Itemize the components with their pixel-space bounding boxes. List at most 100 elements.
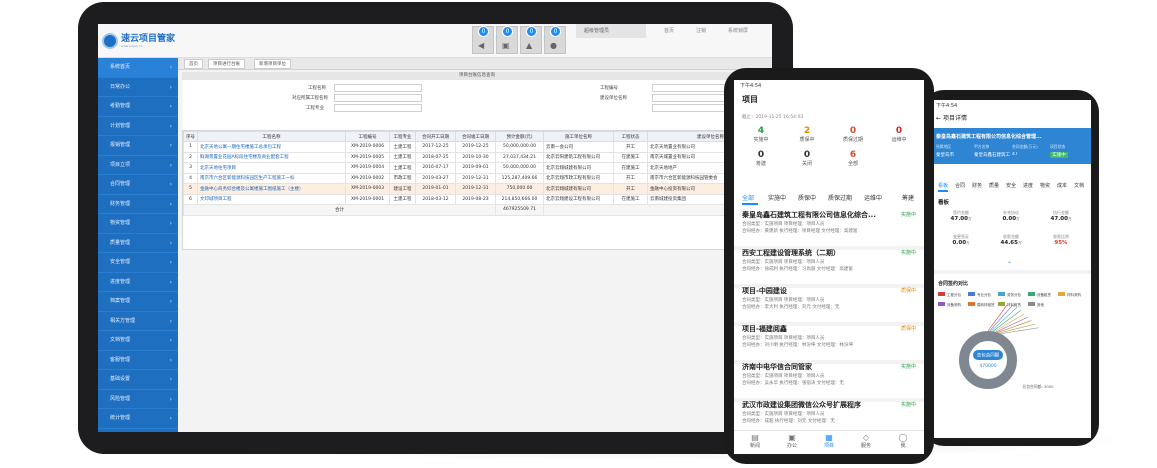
tab-4[interactable]: 运维中: [864, 193, 882, 202]
sidebar-item[interactable]: 质量管理 ›: [98, 234, 178, 253]
notification-speaker[interactable]: 0 ◀: [472, 26, 494, 54]
tab-project-ledger[interactable]: 项目进行台账: [208, 59, 245, 69]
project-card[interactable]: 秦皇岛鑫石建筑工程有限公司信息化综合... 实施中 合同类型：实施项目 项目经理：项…: [734, 208, 924, 250]
table-cell[interactable]: 南京市六合区新能源科技园区生产工程施工一标: [197, 172, 346, 184]
tab-0[interactable]: 全部: [742, 193, 754, 202]
table-cell[interactable]: 金融中心商务综合楼及公寓楼施工图纸施工（主楼）: [197, 183, 346, 195]
project-card[interactable]: 项目-中园建设 质保中 合同类型：实施项目 项目经理：项目人员 合同经办：李大利 执行…: [734, 284, 924, 326]
sidebar-item[interactable]: 项目立项 ›: [98, 156, 178, 175]
notification-user[interactable]: 0 ●: [544, 26, 566, 54]
pm-select[interactable]: [334, 104, 422, 112]
stat-2[interactable]: 0 质保过期: [836, 126, 870, 143]
stat-3[interactable]: 0 运维中: [882, 126, 916, 143]
sidebar-item[interactable]: 财务管理 ›: [98, 195, 178, 214]
nav-1[interactable]: ▣ 办公: [777, 433, 807, 449]
table-cell[interactable]: 北京天地住宅项目: [197, 162, 346, 174]
kpi[interactable]: 收款金额 44.65万: [988, 234, 1034, 246]
table-row[interactable]: 3 北京天地住宅项目 XM-2019-0004 土建工程 2016-07-17 2019-…: [183, 162, 772, 174]
owner-input[interactable]: [334, 94, 422, 102]
column-header[interactable]: 工程编号: [345, 131, 390, 142]
column-header[interactable]: 合同开工日期: [415, 131, 456, 142]
sidebar-item[interactable]: 日常办公 ›: [98, 78, 178, 97]
logout-link[interactable]: 注销: [696, 27, 706, 34]
legend-item[interactable]: 工程分包: [938, 292, 961, 298]
lock-link[interactable]: 系统锁屏: [728, 27, 748, 34]
tab-5[interactable]: 筹建: [902, 193, 914, 202]
kpi[interactable]: 签约金额 47.00万: [938, 210, 984, 222]
app-logo[interactable]: 速云项目管家 www.suyun.cn: [102, 30, 175, 52]
sidebar-item[interactable]: 流程管理›: [98, 429, 178, 433]
stat-0[interactable]: 4 实施中: [744, 126, 778, 143]
kpi[interactable]: 执行金额 47.00万: [1038, 210, 1084, 222]
tab-2[interactable]: 质保中: [798, 193, 816, 202]
detail-tab-8[interactable]: 文档: [1074, 182, 1084, 189]
notification-warning[interactable]: 0 ▲: [520, 26, 542, 54]
name-input[interactable]: [334, 84, 422, 92]
kpi[interactable]: 补充协议 0.00万: [988, 210, 1034, 222]
project-card[interactable]: 西安工程建设管理系统（二期） 实施中 合同类型：实施项目 项目经理：项目人员 合同经办…: [734, 246, 924, 288]
kpi[interactable]: 收款比例 95%: [1038, 234, 1084, 246]
detail-tab-0[interactable]: 看板: [938, 182, 948, 189]
table-cell[interactable]: 文印城项目工程: [197, 193, 346, 205]
legend-item[interactable]: 专业分包: [968, 292, 991, 298]
sidebar-item[interactable]: 文档管理 ›: [98, 331, 178, 351]
column-header[interactable]: 工程名称: [197, 131, 346, 142]
stat-5[interactable]: 0 关闭: [790, 150, 824, 167]
home-link[interactable]: 首页: [664, 27, 674, 34]
detail-tab-4[interactable]: 安全: [1006, 182, 1016, 189]
nav-0[interactable]: ▤ 新闻: [740, 433, 770, 449]
sidebar-item[interactable]: 计划管理 ›: [98, 117, 178, 136]
column-header[interactable]: 施工单位名称: [543, 131, 614, 142]
detail-tab-2[interactable]: 财务: [972, 182, 982, 189]
column-header[interactable]: 工程状态: [613, 131, 648, 142]
tab-3[interactable]: 质保过期: [828, 193, 852, 202]
legend-item[interactable]: 材料采购: [1058, 292, 1081, 298]
sidebar-item[interactable]: 系统首页 ‹: [98, 58, 178, 78]
table-row[interactable]: 4 南京市六合区新能源科技园区生产工程施工一标 XM-2019-0002 市政工程 20…: [183, 172, 772, 184]
sidebar-item[interactable]: 考勤管理 ›: [98, 97, 178, 117]
detail-tab-5[interactable]: 进度: [1023, 182, 1033, 189]
sidebar-item[interactable]: 客服管理 ›: [98, 351, 178, 370]
project-card[interactable]: 济南中电华信合同管家 实施中 合同类型：实施项目 项目经理：项目人员 合同经办：吴永华…: [734, 360, 924, 402]
notification-trash[interactable]: 0 ▣: [496, 26, 518, 54]
table-row[interactable]: 5 金融中心商务综合楼及公寓楼施工图纸施工（主楼） XM-2019-0003 建设工程…: [183, 183, 772, 195]
legend-item[interactable]: 设备租赁: [1028, 292, 1051, 298]
column-header[interactable]: 工程专业: [389, 131, 416, 142]
tab-1[interactable]: 实施中: [768, 193, 786, 202]
tab-new-unit[interactable]: 新增项目单位: [254, 59, 291, 69]
sidebar-item[interactable]: 进度管理 ›: [98, 273, 178, 292]
project-card[interactable]: 项目-福建阅鑫 质保中 合同类型：实施项目 项目经理：项目人员 合同经办：刘小明 执行…: [734, 322, 924, 364]
detail-tab-7[interactable]: 成本: [1057, 182, 1067, 189]
detail-tab-3[interactable]: 质量: [989, 182, 999, 189]
tab-home[interactable]: 首页: [184, 59, 203, 69]
sidebar-item[interactable]: 物资管理 ›: [98, 214, 178, 234]
expand-chevron-icon[interactable]: ⌄: [1007, 258, 1012, 265]
table-cell[interactable]: 北京天地公寓一期住宅楼施工总承包工程: [197, 141, 346, 153]
detail-tab-6[interactable]: 物资: [1040, 182, 1050, 189]
nav-3[interactable]: ◇ 服务: [851, 433, 881, 449]
sidebar-item[interactable]: 相关方管理 ›: [98, 312, 178, 331]
sidebar-item[interactable]: 风险管理 ›: [98, 390, 178, 409]
column-header[interactable]: 合同竣工日期: [455, 131, 496, 142]
column-header[interactable]: 序号: [183, 131, 198, 142]
stat-6[interactable]: 6 全部: [836, 150, 870, 167]
column-header[interactable]: 预计金额(元): [495, 131, 544, 142]
detail-tab-1[interactable]: 合同: [955, 182, 965, 189]
table-row[interactable]: 1 北京天地公寓一期住宅楼施工总承包工程 XM-2019-0006 土建工程 2017-…: [183, 141, 772, 153]
table-row[interactable]: 2 鲜湖景置业花园A标段住宅楼及商业配套工程 XM-2019-0005 土建工程 201…: [183, 151, 772, 163]
sidebar-item[interactable]: 基础设置 ›: [98, 370, 178, 390]
back-arrow-icon[interactable]: ←: [936, 115, 941, 122]
table-row[interactable]: 6 文印城项目工程 XM-2019-0001 土建工程 2018-03-12 2019-0…: [183, 193, 772, 205]
sidebar-item[interactable]: 报销管理 ›: [98, 136, 178, 156]
sidebar-item[interactable]: 安全管理 ›: [98, 253, 178, 273]
sidebar-item[interactable]: 统计管理 ›: [98, 409, 178, 429]
nav-4[interactable]: ◯ 我: [888, 433, 918, 449]
legend-item[interactable]: 劳务分包: [998, 292, 1021, 298]
sidebar-item[interactable]: 档案管理 ›: [98, 292, 178, 312]
current-user[interactable]: 超级管理员: [576, 24, 646, 38]
sidebar-item[interactable]: 合同管理 ›: [98, 175, 178, 195]
nav-2[interactable]: ▦ 项目: [814, 433, 844, 449]
kpi[interactable]: 变更签证 0.00万: [938, 234, 984, 246]
table-cell[interactable]: 鲜湖景置业花园A标段住宅楼及商业配套工程: [197, 151, 346, 163]
stat-4[interactable]: 0 筹建: [744, 150, 778, 167]
